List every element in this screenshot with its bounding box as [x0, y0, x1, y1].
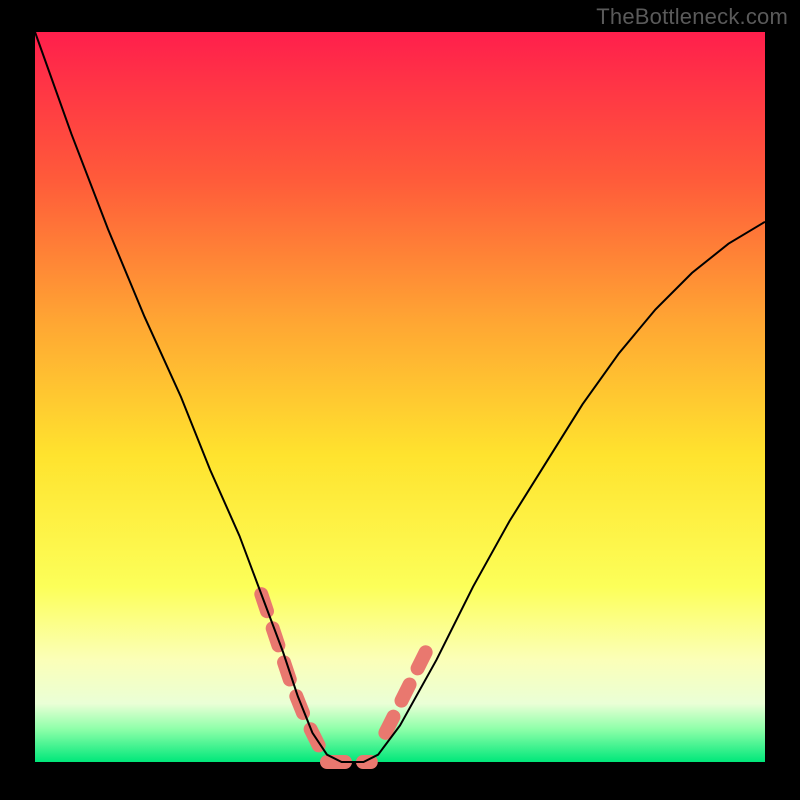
chart-canvas: [0, 0, 800, 800]
watermark-text: TheBottleneck.com: [596, 4, 788, 30]
plot-background: [35, 32, 765, 762]
chart-stage: TheBottleneck.com: [0, 0, 800, 800]
